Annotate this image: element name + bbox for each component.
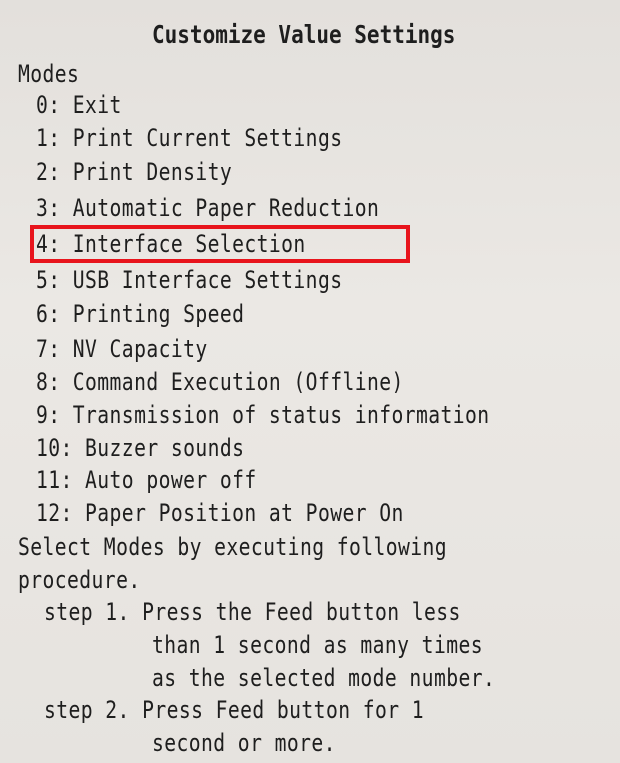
mode-item-7: 7: NV Capacity <box>36 335 208 363</box>
instruction-line-2: procedure. <box>18 566 141 594</box>
step-1-line-1: step 1. Press the Feed button less <box>44 598 461 626</box>
instruction-line-1: Select Modes by executing following <box>18 533 448 561</box>
mode-item-6: 6: Printing Speed <box>36 300 245 328</box>
mode-item-1: 1: Print Current Settings <box>36 124 343 152</box>
mode-item-11: 11: Auto power off <box>36 466 257 494</box>
mode-item-8: 8: Command Execution (Offline) <box>36 368 404 396</box>
receipt-title: Customize Value Settings <box>152 20 456 49</box>
mode-item-10: 10: Buzzer sounds <box>36 434 245 462</box>
step-1-line-3: as the selected mode number. <box>152 664 496 692</box>
highlight-box <box>30 225 410 263</box>
step-1-line-2: than 1 second as many times <box>152 631 483 659</box>
mode-item-12: 12: Paper Position at Power On <box>36 499 404 527</box>
mode-item-3: 3: Automatic Paper Reduction <box>36 194 380 222</box>
step-2-line-2: second or more. <box>152 729 336 757</box>
mode-item-5: 5: USB Interface Settings <box>36 266 343 294</box>
mode-item-0: 0: Exit <box>36 91 122 119</box>
step-2-line-1: step 2. Press Feed button for 1 <box>44 696 425 724</box>
modes-heading: Modes <box>18 60 80 88</box>
receipt-paper: Customize Value Settings Modes 0: Exit 1… <box>0 0 620 763</box>
mode-item-2: 2: Print Density <box>36 158 233 186</box>
mode-item-9: 9: Transmission of status information <box>36 401 490 429</box>
